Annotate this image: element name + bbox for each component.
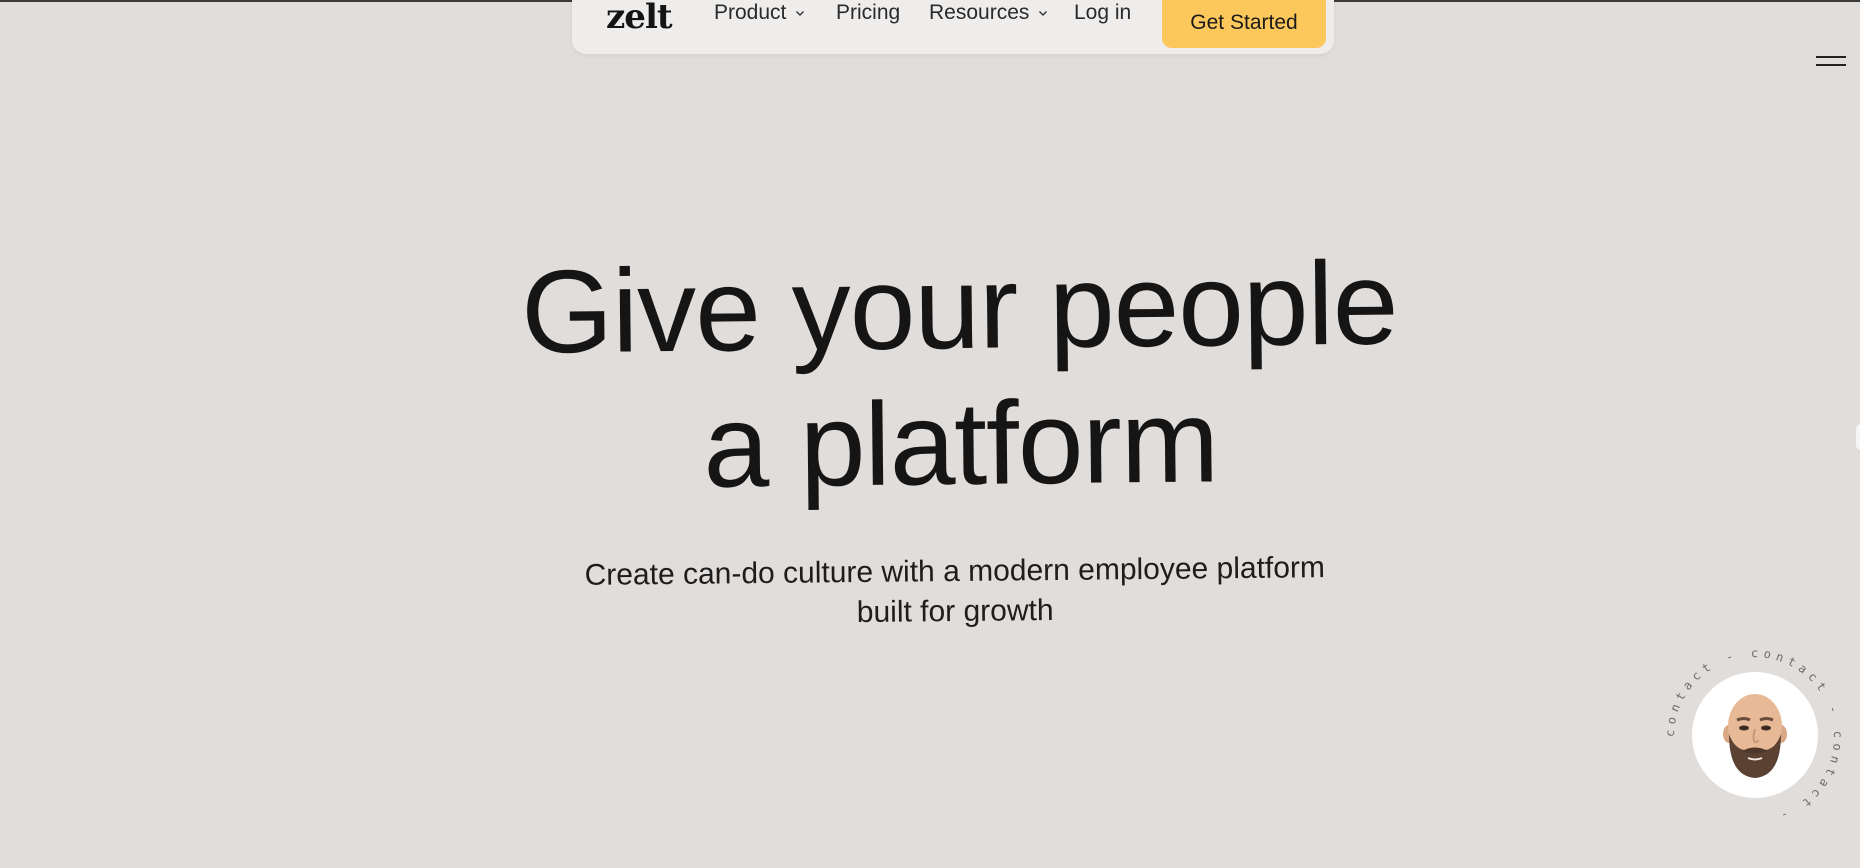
hero-title-line1: Give your people [520, 237, 1399, 379]
contact-widget[interactable]: contact - contact - contact - [1662, 645, 1846, 829]
hero-subtitle-line2: built for growth [856, 593, 1054, 630]
nav-product[interactable]: Product [714, 1, 806, 25]
nav-resources[interactable]: Resources [929, 1, 1049, 25]
chevron-down-icon [796, 11, 805, 16]
edge-handle[interactable] [1856, 424, 1860, 450]
hero-subtitle-line1: Create can-do culture with a modern empl… [584, 551, 1326, 592]
nav-pricing[interactable]: Pricing [836, 1, 900, 25]
nav-resources-label: Resources [929, 1, 1030, 24]
chevron-down-icon [1039, 11, 1048, 16]
hero-title-line2: a platform [702, 375, 1219, 513]
hamburger-menu-icon[interactable] [1816, 56, 1846, 70]
nav-pricing-label: Pricing [836, 1, 901, 24]
nav-product-label: Product [714, 1, 787, 24]
nav-login-label: Log in [1074, 1, 1132, 24]
avatar[interactable] [1692, 672, 1818, 798]
hero-subtitle: Create can-do culture with a modern empl… [530, 548, 1381, 637]
memoji-avatar-icon [1723, 694, 1787, 778]
hero-title: Give your people a platform [339, 234, 1582, 519]
top-navigation: zelt Product Pricing Resources Log in Ge… [572, 0, 1334, 54]
zelt-logo[interactable]: zelt [606, 0, 673, 34]
nav-login[interactable]: Log in [1074, 1, 1131, 25]
get-started-button[interactable]: Get Started [1162, 0, 1326, 48]
